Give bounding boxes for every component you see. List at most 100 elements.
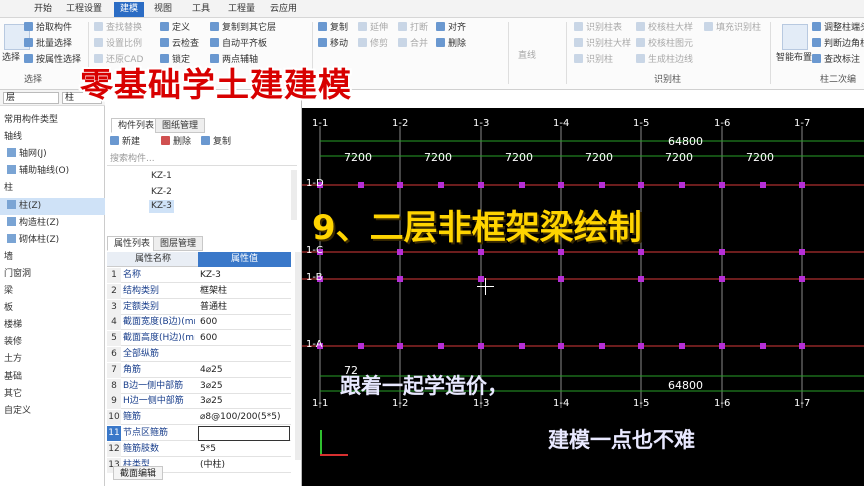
property-row[interactable]: 10 箍筋 ⌀8@100/200(5*5) — [107, 410, 291, 426]
tree-item[interactable]: 基础 — [0, 369, 105, 386]
property-row[interactable]: 7 角筋 4⌀25 — [107, 362, 291, 378]
property-row[interactable]: 8 B边一侧中部筋 3⌀25 — [107, 378, 291, 394]
tree-item[interactable]: 板 — [0, 300, 105, 317]
tree-item[interactable]: 楼梯 — [0, 317, 105, 334]
column-marker[interactable] — [638, 182, 644, 188]
column-marker[interactable] — [719, 182, 725, 188]
judge-corner-column-button[interactable]: 判断边角柱 — [812, 38, 864, 51]
tree-item[interactable]: 装修 — [0, 334, 105, 351]
smart-layout-icon[interactable] — [782, 24, 808, 50]
smart-layout-label[interactable]: 智能布置 — [776, 52, 812, 65]
column-marker[interactable] — [760, 343, 766, 349]
column-marker[interactable] — [358, 182, 364, 188]
tree-item[interactable]: 柱(Z) — [0, 197, 105, 215]
tree-item[interactable]: 轴线 — [0, 129, 105, 146]
tree-item[interactable]: 梁 — [0, 283, 105, 300]
tab-layer-manage[interactable]: 图层管理 — [153, 236, 204, 251]
property-value[interactable]: 5*5 — [198, 442, 290, 457]
column-marker[interactable] — [760, 182, 766, 188]
property-value[interactable]: 普通柱 — [198, 300, 290, 315]
tab-modeling[interactable]: 建模 — [114, 2, 145, 17]
property-row[interactable]: 5截面高度(H边)(mm)600 — [107, 331, 291, 347]
column-marker[interactable] — [679, 343, 685, 349]
column-marker[interactable] — [719, 343, 725, 349]
tab-drawing-manage[interactable]: 图纸管理 — [155, 118, 206, 133]
column-marker[interactable] — [397, 343, 403, 349]
column-marker[interactable] — [358, 343, 364, 349]
tab-view[interactable]: 视图 — [148, 2, 178, 17]
column-marker[interactable] — [638, 276, 644, 282]
batch-select-button[interactable]: 批量选择 — [24, 38, 72, 51]
tree-item[interactable]: 辅助轴线(O) — [0, 163, 105, 180]
column-marker[interactable] — [478, 182, 484, 188]
tree-item[interactable]: 常用构件类型 — [0, 112, 105, 129]
fill-recognize-column-button[interactable]: 填充识别柱 — [704, 22, 761, 35]
column-marker[interactable] — [719, 249, 725, 255]
column-marker[interactable] — [558, 276, 564, 282]
delete-component-button[interactable]: 删除 — [161, 136, 191, 149]
property-row[interactable]: 6 全部纵筋 — [107, 347, 291, 362]
tree-item[interactable]: 土方 — [0, 351, 105, 368]
column-marker[interactable] — [478, 249, 484, 255]
tree-item[interactable]: 砌体柱(Z) — [0, 232, 105, 249]
delete-button[interactable]: 删除 — [436, 38, 466, 51]
pick-component-button[interactable]: 拾取构件 — [24, 22, 72, 35]
tab-start[interactable]: 开始 — [28, 2, 58, 17]
component-search-input[interactable]: 搜索构件... — [107, 152, 297, 166]
tree-item[interactable]: 门窗洞 — [0, 266, 105, 283]
column-marker[interactable] — [558, 182, 564, 188]
define-button[interactable]: 定义 — [160, 22, 190, 35]
column-marker[interactable] — [519, 343, 525, 349]
copy-component-button[interactable]: 复制 — [201, 136, 231, 149]
query-label-button[interactable]: 查改标注 — [812, 54, 860, 67]
property-value[interactable] — [198, 426, 290, 441]
component-item-kz2[interactable]: KZ-2 — [151, 186, 172, 199]
property-value[interactable]: 3⌀25 — [198, 379, 290, 394]
section-edit-button[interactable]: 截面编辑 — [113, 466, 164, 480]
select-by-attr-button[interactable]: 按属性选择 — [24, 54, 81, 67]
tree-item[interactable]: 其它 — [0, 386, 105, 403]
auto-align-slab-button[interactable]: 自动平齐板 — [210, 38, 267, 51]
copy-button[interactable]: 复制 — [318, 22, 348, 35]
tree-item[interactable]: 轴网(J) — [0, 146, 105, 163]
copy-to-layer-button[interactable]: 复制到其它层 — [210, 22, 276, 35]
cloud-check-button[interactable]: 云检查 — [160, 38, 199, 51]
column-marker[interactable] — [799, 276, 805, 282]
property-value[interactable]: KZ-3 — [198, 268, 290, 283]
tab-component-list[interactable]: 构件列表 — [111, 118, 162, 133]
new-component-button[interactable]: 新建 — [110, 136, 140, 149]
align-button[interactable]: 对齐 — [436, 22, 466, 35]
property-row[interactable]: 12 箍筋肢数 5*5 — [107, 441, 291, 457]
tab-quantity[interactable]: 工程量 — [222, 2, 261, 17]
column-marker[interactable] — [638, 249, 644, 255]
column-marker[interactable] — [478, 343, 484, 349]
column-marker[interactable] — [397, 182, 403, 188]
property-row[interactable]: 2 结构类别 框架柱 — [107, 283, 291, 299]
component-item-kz1[interactable]: KZ-1 — [151, 170, 172, 183]
property-row[interactable]: 11 节点区箍筋 — [107, 426, 291, 441]
tree-item[interactable]: 构造柱(Z) — [0, 215, 105, 232]
column-marker[interactable] — [438, 182, 444, 188]
tab-cloud[interactable]: 云应用 — [264, 2, 303, 17]
trim-button[interactable]: 修剪 — [358, 38, 388, 51]
line-draw-button[interactable]: 直线 — [518, 50, 536, 63]
column-marker[interactable] — [799, 343, 805, 349]
column-marker[interactable] — [397, 276, 403, 282]
property-row[interactable]: 4截面宽度(B边)(mm)600 — [107, 315, 291, 331]
tab-project-settings[interactable]: 工程设置 — [60, 2, 108, 17]
component-scrollbar[interactable] — [291, 170, 297, 220]
column-marker[interactable] — [558, 249, 564, 255]
tab-tools[interactable]: 工具 — [186, 2, 216, 17]
property-value[interactable]: 3⌀25 — [198, 394, 290, 409]
set-scale-button[interactable]: 设置比例 — [94, 38, 142, 51]
column-marker[interactable] — [799, 249, 805, 255]
select-big-label[interactable]: 选择 — [2, 52, 20, 65]
check-column-detail-button[interactable]: 校核柱大样 — [636, 22, 693, 35]
gen-column-edge-button[interactable]: 生成柱边线 — [636, 54, 693, 67]
layer-select[interactable]: 层 — [3, 92, 59, 104]
merge-button[interactable]: 合并 — [398, 38, 428, 51]
column-marker[interactable] — [599, 343, 605, 349]
property-value[interactable]: 4⌀25 — [198, 363, 290, 378]
column-marker[interactable] — [799, 182, 805, 188]
component-item-kz3[interactable]: KZ-3 — [149, 200, 174, 213]
